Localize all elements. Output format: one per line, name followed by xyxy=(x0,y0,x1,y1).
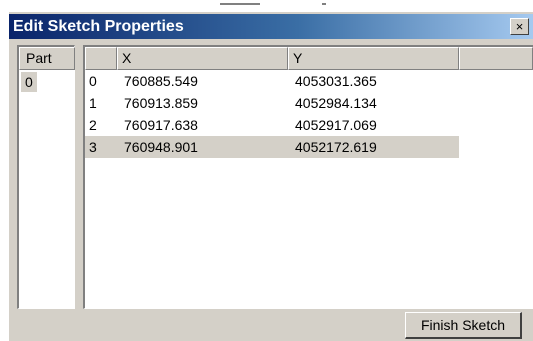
table-row[interactable]: 1 760913.859 4052984.134 xyxy=(85,92,459,114)
finish-sketch-button[interactable]: Finish Sketch xyxy=(405,312,522,339)
part-item[interactable]: 0 xyxy=(21,72,37,92)
table-row[interactable]: 2 760917.638 4052917.069 xyxy=(85,114,459,136)
x-cell[interactable]: 760913.859 xyxy=(124,92,198,114)
edit-sketch-properties-dialog: Edit Sketch Properties × Part 0 X Y 0 76… xyxy=(8,11,533,341)
part-column-header[interactable]: Part xyxy=(19,47,75,70)
y-cell[interactable]: 4052172.619 xyxy=(295,136,377,158)
x-cell[interactable]: 760948.901 xyxy=(124,136,198,158)
filler-column-header xyxy=(459,47,533,70)
table-row-selected[interactable]: 3 760948.901 4052172.619 xyxy=(85,136,459,158)
x-cell[interactable]: 760917.638 xyxy=(124,114,198,136)
close-icon[interactable]: × xyxy=(510,18,529,35)
part-list[interactable]: Part 0 xyxy=(17,45,75,309)
table-row[interactable]: 0 760885.549 4053031.365 xyxy=(85,70,459,92)
y-cell[interactable]: 4052984.134 xyxy=(295,92,377,114)
background-mark xyxy=(322,3,326,5)
title-bar[interactable]: Edit Sketch Properties × xyxy=(9,14,533,39)
y-column-header[interactable]: Y xyxy=(288,47,459,70)
row-index: 3 xyxy=(89,139,97,155)
index-column-header[interactable] xyxy=(85,47,117,70)
y-cell[interactable]: 4053031.365 xyxy=(295,70,377,92)
background-artifact xyxy=(0,0,533,11)
background-mark xyxy=(220,3,260,5)
x-column-header[interactable]: X xyxy=(117,47,288,70)
y-cell[interactable]: 4052917.069 xyxy=(295,114,377,136)
row-index: 1 xyxy=(89,95,97,111)
dialog-title: Edit Sketch Properties xyxy=(13,18,184,35)
x-cell[interactable]: 760885.549 xyxy=(124,70,198,92)
row-index: 0 xyxy=(89,73,97,89)
row-index: 2 xyxy=(89,117,97,133)
vertex-grid[interactable]: X Y 0 760885.549 4053031.365 1 760913.85… xyxy=(83,45,533,309)
